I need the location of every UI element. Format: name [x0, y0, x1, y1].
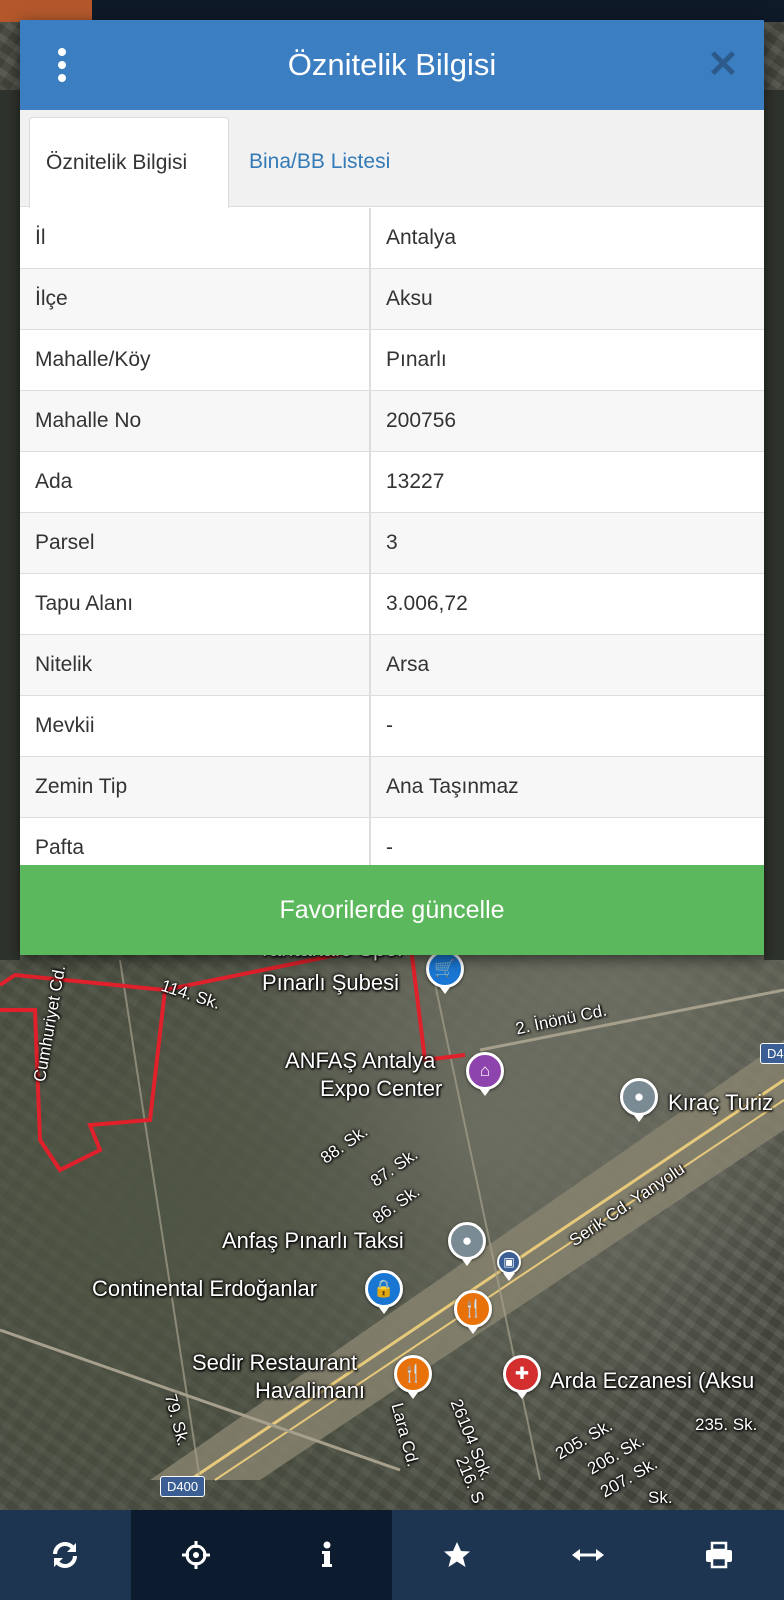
attribute-value: 13227 [386, 470, 445, 493]
map-label: 235. Sk. [695, 1415, 758, 1434]
table-row: Zemin Tip Ana Taşınmaz [20, 757, 764, 818]
shopping-cart-icon[interactable]: 🛒 [426, 950, 464, 988]
attribute-key: İlçe [20, 269, 371, 329]
attribute-value: Pınarlı [386, 348, 447, 371]
tab-attribute-info[interactable]: Öznitelik Bilgisi [29, 117, 229, 208]
attribute-value: Aksu [386, 287, 433, 310]
museum-icon[interactable]: ⌂ [466, 1052, 504, 1090]
map-label: Anfaş Pınarlı Taksi [222, 1228, 404, 1253]
restaurant-icon[interactable]: 🍴 [454, 1290, 492, 1328]
map-label: Havalimanı [255, 1378, 366, 1403]
table-row: İlçe Aksu [20, 269, 764, 330]
bottom-toolbar [0, 1510, 784, 1600]
attribute-value: Arsa [386, 653, 430, 676]
attribute-value: Antalya [386, 226, 457, 249]
attribute-value: 3.006,72 [386, 592, 468, 615]
info-button[interactable] [261, 1510, 392, 1600]
map-label: Sedir Restaurant [192, 1350, 358, 1375]
table-row: Nitelik Arsa [20, 635, 764, 696]
transit-icon[interactable]: ▣ [497, 1250, 521, 1274]
attribute-key: Mahalle No [20, 391, 371, 451]
map-label: Expo Center [320, 1076, 443, 1101]
refresh-button[interactable] [0, 1510, 131, 1600]
map-label: Sk. [648, 1488, 673, 1507]
tab-building-list[interactable]: Bina/BB Listesi [233, 117, 406, 207]
attribute-key: Tapu Alanı [20, 574, 371, 634]
table-row: Ada 13227 [20, 452, 764, 513]
road-badge-d4: D4 [760, 1043, 784, 1064]
attribute-value: Ana Taşınmaz [386, 775, 519, 798]
attribute-key: Zemin Tip [20, 757, 371, 817]
restaurant-icon[interactable]: 🍴 [394, 1355, 432, 1393]
measure-button[interactable] [522, 1510, 654, 1600]
dialog-title: Öznitelik Bilgisi [287, 47, 497, 82]
print-icon [705, 1541, 732, 1569]
close-icon[interactable]: ✕ [704, 46, 742, 84]
pharmacy-icon[interactable]: ✚ [503, 1355, 541, 1393]
dialog-tabs: Öznitelik Bilgisi Bina/BB Listesi [20, 110, 764, 208]
locate-button[interactable] [130, 1510, 262, 1600]
attribute-key: Mevkii [20, 696, 371, 756]
map-label: Arda Eczanesi (Aksu [550, 1368, 755, 1393]
map-label: Pınarlı Şubesi [262, 970, 399, 995]
map-label: ANFAŞ Antalya [285, 1048, 436, 1073]
dialog-header: Öznitelik Bilgisi ✕ [20, 20, 764, 110]
place-icon[interactable]: ● [620, 1078, 658, 1116]
attribute-key: Ada [20, 452, 371, 512]
table-row: Mahalle/Köy Pınarlı [20, 330, 764, 391]
favorites-button[interactable] [391, 1510, 523, 1600]
attribute-value: 3 [386, 531, 398, 554]
attribute-value: - [386, 714, 393, 737]
crosshair-icon [181, 1541, 210, 1569]
table-row: Mahalle No 200756 [20, 391, 764, 452]
place-icon[interactable]: ● [448, 1222, 486, 1260]
map-label: Continental Erdoğanlar [92, 1276, 318, 1301]
star-icon [444, 1542, 471, 1567]
road-badge-d400: D400 [160, 1476, 206, 1497]
attribute-key: İl [20, 208, 371, 268]
update-favorites-button[interactable]: Favorilerde güncelle [20, 865, 764, 955]
refresh-icon [53, 1542, 78, 1568]
attribute-table: İl Antalya İlçe Aksu Mahalle/Köy Pınarlı… [20, 208, 764, 879]
table-row: İl Antalya [20, 208, 764, 269]
info-icon [321, 1541, 332, 1567]
attribute-value: 200756 [386, 409, 457, 432]
measure-icon [571, 1549, 604, 1561]
print-button[interactable] [653, 1510, 784, 1600]
vertical-dots-icon[interactable] [50, 42, 74, 88]
map-label: Kıraç Turiz [668, 1090, 774, 1115]
table-row: Mevkii - [20, 696, 764, 757]
attribute-key: Mahalle/Köy [20, 330, 371, 390]
table-row: Parsel 3 [20, 513, 764, 574]
lock-icon[interactable]: 🔒 [365, 1270, 403, 1308]
table-row: Tapu Alanı 3.006,72 [20, 574, 764, 635]
attribute-info-dialog: Öznitelik Bilgisi ✕ Öznitelik Bilgisi Bi… [20, 20, 764, 955]
attribute-key: Parsel [20, 513, 371, 573]
attribute-key: Nitelik [20, 635, 371, 695]
